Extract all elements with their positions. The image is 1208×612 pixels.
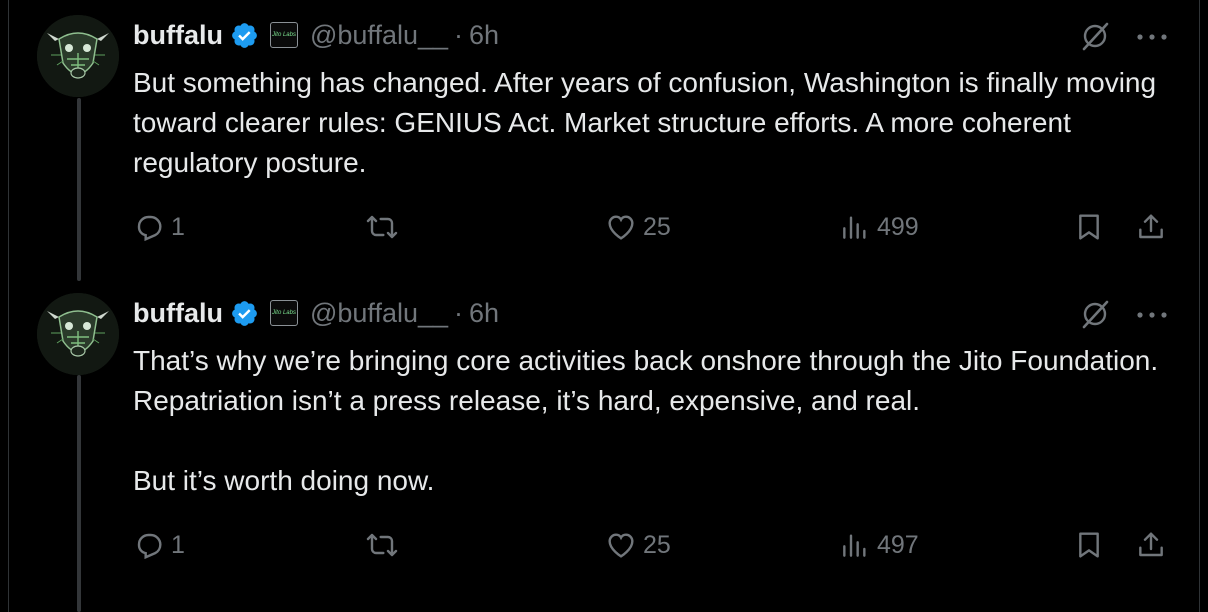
repost-icon: [366, 533, 398, 557]
timestamp[interactable]: 6h: [469, 20, 499, 51]
author-handle[interactable]: @buffalu__: [310, 20, 448, 51]
more-icon[interactable]: [1134, 27, 1170, 47]
share-icon: [1139, 214, 1163, 239]
grok-icon[interactable]: [1078, 18, 1112, 52]
author-handle[interactable]: @buffalu__: [310, 298, 448, 329]
bookmark-button[interactable]: [1073, 211, 1105, 243]
bookmark-button[interactable]: [1073, 529, 1105, 561]
reply-count: 1: [171, 212, 185, 241]
timestamp[interactable]: 6h: [469, 298, 499, 329]
tweet-text: That’s why we’re bringing core activitie…: [133, 345, 1159, 496]
repost-button[interactable]: [366, 529, 398, 561]
affiliate-badge-text: Jito Labs: [271, 310, 296, 316]
verified-badge-icon: [230, 299, 259, 328]
avatar[interactable]: [37, 15, 119, 97]
avatar[interactable]: [37, 293, 119, 375]
views-count: 499: [877, 212, 919, 241]
separator: ·: [454, 297, 464, 328]
reply-icon: [137, 215, 162, 242]
affiliate-badge-icon[interactable]: Jito Labs: [269, 22, 298, 48]
views-icon: [843, 534, 866, 557]
repost-button[interactable]: [366, 211, 398, 243]
views-icon: [843, 216, 866, 239]
share-icon: [1139, 532, 1163, 557]
views-button[interactable]: 499: [839, 211, 919, 243]
affiliate-badge-icon[interactable]: Jito Labs: [269, 300, 298, 326]
affiliate-badge-text: Jito Labs: [271, 32, 296, 38]
more-icon[interactable]: [1134, 305, 1170, 325]
like-button[interactable]: 25: [605, 211, 671, 243]
author-name[interactable]: buffalu: [133, 298, 223, 329]
share-button[interactable]: [1135, 529, 1167, 561]
like-icon: [608, 215, 634, 240]
tweet-header: buffalu Jito Labs @buffalu__ · 6h: [133, 293, 499, 333]
tweet-text: But something has changed. After years o…: [133, 67, 1157, 178]
like-button[interactable]: 25: [605, 529, 671, 561]
views-button[interactable]: 497: [839, 529, 919, 561]
verified-badge-icon: [230, 21, 259, 50]
bookmark-icon: [1079, 532, 1099, 558]
grok-icon[interactable]: [1078, 296, 1112, 330]
reply-icon: [137, 533, 162, 560]
like-count: 25: [643, 530, 671, 559]
author-name[interactable]: buffalu: [133, 20, 223, 51]
reply-count: 1: [171, 530, 185, 559]
like-icon: [608, 533, 634, 558]
like-count: 25: [643, 212, 671, 241]
reply-button[interactable]: 1: [133, 211, 185, 243]
repost-icon: [366, 215, 398, 239]
tweet-header: buffalu Jito Labs @buffalu__ · 6h: [133, 15, 499, 55]
reply-button[interactable]: 1: [133, 529, 185, 561]
share-button[interactable]: [1135, 211, 1167, 243]
tweet[interactable]: buffalu Jito Labs @buffalu__ · 6h That’s…: [0, 280, 1208, 612]
bookmark-icon: [1079, 214, 1099, 240]
tweet[interactable]: buffalu Jito Labs @buffalu__ · 6h But so…: [0, 0, 1208, 280]
views-count: 497: [877, 530, 919, 559]
separator: ·: [454, 19, 464, 50]
